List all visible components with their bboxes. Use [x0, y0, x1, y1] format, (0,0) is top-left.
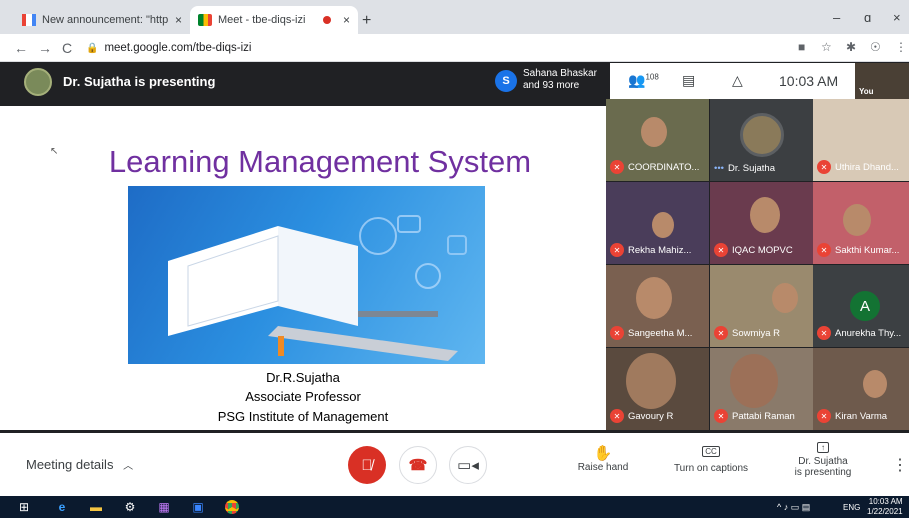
- captions-button[interactable]: CC Turn on captions: [668, 446, 754, 474]
- close-tab-icon[interactable]: ×: [175, 13, 182, 27]
- book-laptop-graphic: [168, 215, 467, 361]
- chat-icon[interactable]: ▤: [682, 72, 695, 89]
- presenting-text: Dr. Sujatha is presenting: [63, 74, 216, 89]
- mic-off-icon: ✕: [714, 243, 728, 257]
- new-tab-button[interactable]: +: [362, 12, 371, 30]
- restore-button[interactable]: ɑ: [864, 10, 871, 25]
- system-tray-icons[interactable]: ^ ♪ ▭ ▤: [777, 502, 810, 513]
- speaking-indicator-icon: •••: [714, 163, 724, 174]
- back-button[interactable]: ←: [14, 40, 28, 56]
- viewer-avatar: S: [495, 70, 517, 92]
- participant-video: [863, 370, 887, 398]
- participant-tile[interactable]: ••• Dr. Sujatha: [710, 99, 813, 181]
- mic-off-icon: ✕: [817, 243, 831, 257]
- participant-tile[interactable]: ✕ IQAC MOPVC: [710, 182, 813, 264]
- participant-tile[interactable]: ✕ Uthira Dhand...: [813, 99, 909, 181]
- people-icon: 👥: [628, 72, 646, 88]
- participant-tile[interactable]: ✕ Pattabi Raman: [710, 348, 813, 430]
- participant-video: [750, 197, 780, 233]
- gmail-icon: [22, 14, 36, 26]
- more-options-button[interactable]: ⋮: [892, 455, 908, 475]
- browser-menu-icon[interactable]: ⋮: [895, 40, 907, 54]
- camera-toggle-button[interactable]: ▭◂: [449, 446, 487, 484]
- mic-off-icon: 🎙̸: [361, 456, 373, 474]
- tab-meet[interactable]: Meet - tbe-diqs-izi ×: [190, 6, 358, 34]
- participant-avatar: [740, 113, 784, 157]
- participant-video: [641, 117, 667, 147]
- file-explorer-icon[interactable]: ▬: [88, 499, 104, 515]
- meet-icon: [198, 14, 212, 26]
- settings-gear-icon[interactable]: ⚙: [122, 499, 138, 515]
- taskbar-clock[interactable]: 10:03 AM 1/22/2021: [867, 497, 903, 517]
- participant-tile[interactable]: ✕ Sakthi Kumar...: [813, 182, 909, 264]
- participant-video: [626, 353, 676, 409]
- mic-off-icon: ✕: [610, 243, 624, 257]
- extensions-icon[interactable]: ✱: [846, 40, 856, 54]
- captions-icon: CC: [668, 446, 754, 457]
- leave-call-button[interactable]: ☎: [399, 446, 437, 484]
- chevron-up-icon: ︿: [123, 461, 134, 472]
- presenter-avatar: [24, 68, 52, 96]
- people-button[interactable]: 👥108: [628, 72, 659, 89]
- camera-icon: ▭◂: [457, 457, 479, 474]
- viewers-summary: Sahana Bhaskar and 93 more: [523, 68, 597, 91]
- profile-icon[interactable]: ☉: [870, 40, 881, 54]
- mic-off-icon: ✕: [714, 326, 728, 340]
- slide-presenter-name: Dr.R.Sujatha: [266, 370, 340, 385]
- chrome-icon[interactable]: [224, 499, 240, 515]
- bookmark-star-icon[interactable]: ☆: [821, 40, 832, 54]
- mic-off-icon: ✕: [714, 409, 728, 423]
- present-screen-icon: ↑: [788, 442, 858, 453]
- activities-icon[interactable]: △: [732, 72, 743, 89]
- close-window-button[interactable]: ×: [893, 10, 901, 25]
- app-icon[interactable]: ▣: [190, 499, 206, 515]
- mic-off-icon: ✕: [817, 326, 831, 340]
- tab-classroom[interactable]: New announcement: "http://mee ×: [14, 6, 190, 34]
- store-icon[interactable]: ▦: [156, 499, 172, 515]
- hand-icon: ✋: [593, 445, 613, 462]
- close-tab-icon[interactable]: ×: [343, 13, 350, 27]
- participant-tile[interactable]: ✕ Kiran Varma: [813, 348, 909, 430]
- forward-button[interactable]: →: [38, 40, 52, 56]
- lock-icon: 🔒: [86, 42, 99, 54]
- meeting-details-button[interactable]: Meeting details ︿: [26, 457, 133, 472]
- mic-toggle-button[interactable]: 🎙̸: [348, 446, 386, 484]
- mic-off-icon: ✕: [610, 326, 624, 340]
- participant-video: [843, 204, 871, 236]
- slide-presenter-role: Associate Professor: [245, 389, 361, 404]
- participant-tile[interactable]: ✕ Sangeetha M...: [606, 265, 709, 347]
- slide-title: Learning Management System: [108, 144, 532, 179]
- participant-tile[interactable]: ✕ Rekha Mahiz...: [606, 182, 709, 264]
- slide-institute: PSG Institute of Management: [217, 409, 389, 424]
- reload-button[interactable]: C: [62, 40, 72, 56]
- participant-initial-avatar: A: [850, 291, 880, 321]
- raise-hand-button[interactable]: ✋ Raise hand: [576, 444, 630, 473]
- camera-indicator-icon[interactable]: ■: [798, 40, 805, 54]
- lms-illustration: [128, 186, 485, 364]
- windows-start-icon[interactable]: ⊞: [16, 499, 32, 515]
- presenting-button[interactable]: ↑ Dr. Sujatha is presenting: [788, 442, 858, 478]
- meeting-clock: 10:03 AM: [779, 73, 839, 89]
- edge-browser-icon[interactable]: e: [54, 499, 70, 515]
- mic-off-icon: ✕: [817, 160, 831, 174]
- minimize-button[interactable]: –: [833, 10, 840, 25]
- participant-video: [636, 277, 672, 319]
- participant-video: [652, 212, 674, 238]
- recording-dot-icon: [322, 16, 331, 24]
- url-text: meet.google.com/tbe-diqs-izi: [104, 42, 252, 54]
- participant-video: [730, 354, 778, 408]
- language-indicator[interactable]: ENG: [843, 503, 860, 512]
- self-view-tile[interactable]: You: [855, 63, 909, 99]
- hang-up-icon: ☎: [408, 457, 428, 474]
- mic-off-icon: ✕: [610, 409, 624, 423]
- mic-off-icon: ✕: [817, 409, 831, 423]
- participant-video: [772, 283, 798, 313]
- participant-tile[interactable]: ✕ COORDINATO...: [606, 99, 709, 181]
- you-label: You: [859, 87, 874, 96]
- participant-tile[interactable]: A ✕ Anurekha Thy...: [813, 265, 909, 347]
- participant-tile[interactable]: ✕ Sowmiya R: [710, 265, 813, 347]
- omnibox[interactable]: 🔒 meet.google.com/tbe-diqs-izi: [86, 38, 776, 58]
- mic-off-icon: ✕: [610, 160, 624, 174]
- participant-tile[interactable]: ✕ Gavoury R: [606, 348, 709, 430]
